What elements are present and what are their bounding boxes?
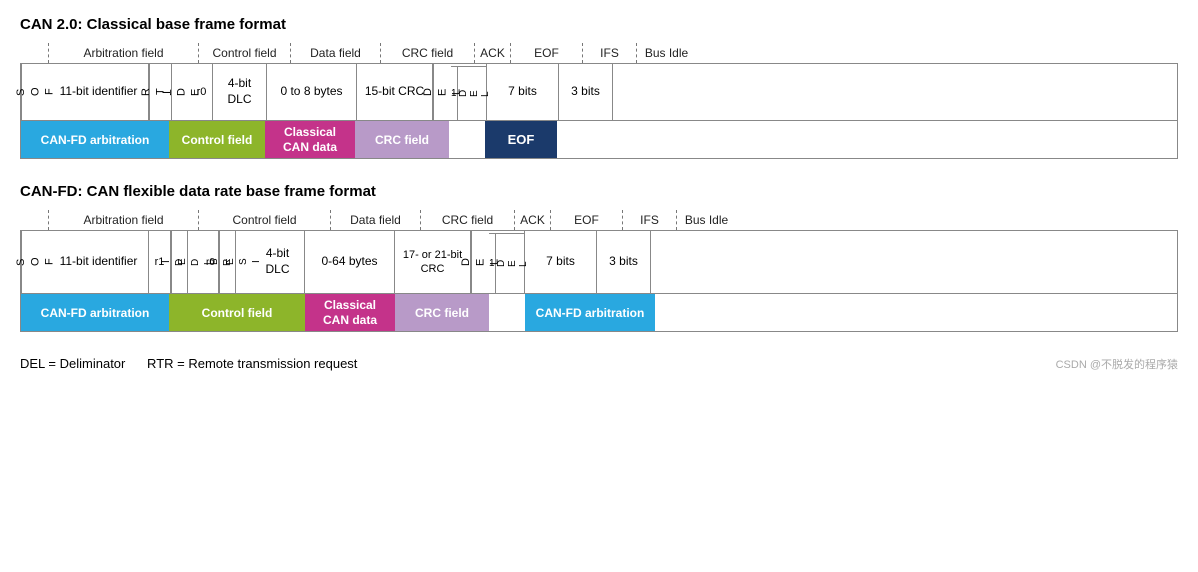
ctrl-header: Control field [198,43,290,63]
fd-rest-color [655,294,1177,331]
0to8-cell: 0 to 8 bytes [267,64,357,120]
fd-bus-idle-header: Bus Idle [676,210,736,230]
can20-ctrl-color: Control field [169,121,265,158]
fd-sof-cell: SOF [21,231,49,293]
arb-header: Arbitration field [48,43,198,63]
fd-eof-header: EOF [550,210,622,230]
fd-ifs-header: IFS [622,210,676,230]
ifs-3bits-cell: 3 bits [559,64,613,120]
can20-data-color: ClassicalCAN data [265,121,355,158]
fd-crc-color: CRC field [395,294,489,331]
fd-del2-cell: DEL [496,234,529,293]
can20-title: CAN 2.0: Classical base frame format [20,16,1178,33]
eof-7bits-cell: 7 bits [487,64,559,120]
canfd-section: CAN-FD: CAN flexible data rate base fram… [20,183,1178,332]
can20-arb-color: CAN-FD arbitration [21,121,169,158]
fd-data-color: ClassicalCAN data [305,294,395,331]
del1-cell: DEL [433,64,451,120]
crc-header: CRC field [380,43,474,63]
footer-notes: DEL = Deliminator RTR = Remote transmiss… [20,356,357,372]
can20-section: CAN 2.0: Classical base frame format Arb… [20,16,1178,159]
fd-ifs-3bits: 3 bits [597,231,651,293]
can20-data-row: SOF 11-bit identifier RTR IDE r0 4-bit D… [20,63,1178,121]
eof-header: EOF [510,43,582,63]
fd-eof-7bits: 7 bits [525,231,597,293]
fd-data-header: Data field [330,210,420,230]
fd-eof2-color: CAN-FD arbitration [525,294,655,331]
del2-cell: DEL [458,67,491,120]
rtr-note: RTR = Remote transmission request [147,356,357,371]
fd-ctrl-header: Control field [198,210,330,230]
footer: DEL = Deliminator RTR = Remote transmiss… [20,356,1178,372]
can20-eof-color: EOF [485,121,557,158]
del-note: DEL = Deliminator [20,356,125,371]
fd-ack-color [489,294,525,331]
11bit-cell: 11-bit identifier [49,64,149,120]
fd-del1-cell: DEL [471,231,489,293]
can20-color-row: CAN-FD arbitration Control field Classic… [20,121,1178,159]
fd-064-cell: 0-64 bytes [305,231,395,293]
can20-ifs-color [557,121,1177,158]
bus-idle-header: Bus Idle [636,43,696,63]
ide-cell: IDE [171,64,191,120]
4bit-dlc-cell: 4-bit DLC [213,64,267,120]
ack-header: ACK [474,43,510,63]
fd-esi-cell: ESI [235,231,251,293]
fd-arb-header: Arbitration field [48,210,198,230]
fd-11bit-cell: 11-bit identifier [49,231,149,293]
fd-crc-header: CRC field [420,210,514,230]
fd-edl-cell: EDL [187,231,203,293]
fd-arb-color: CAN-FD arbitration [21,294,169,331]
bus-idle-cell [613,64,673,120]
csdn-note: CSDN @不脱发的程序猿 [1056,356,1178,372]
can20-crc-color: CRC field [355,121,449,158]
fd-bus-idle-cell [651,231,711,293]
ifs-header: IFS [582,43,636,63]
data-header: Data field [290,43,380,63]
fd-ctrl-color: Control field [169,294,305,331]
sof-cell: SOF [21,64,49,120]
can20-ack-color [449,121,485,158]
canfd-color-row: CAN-FD arbitration Control field Classic… [20,294,1178,332]
canfd-title: CAN-FD: CAN flexible data rate base fram… [20,183,1178,200]
canfd-data-row: SOF 11-bit identifier r1 IDE EDL r0 BRS … [20,230,1178,294]
fd-ack-header: ACK [514,210,550,230]
